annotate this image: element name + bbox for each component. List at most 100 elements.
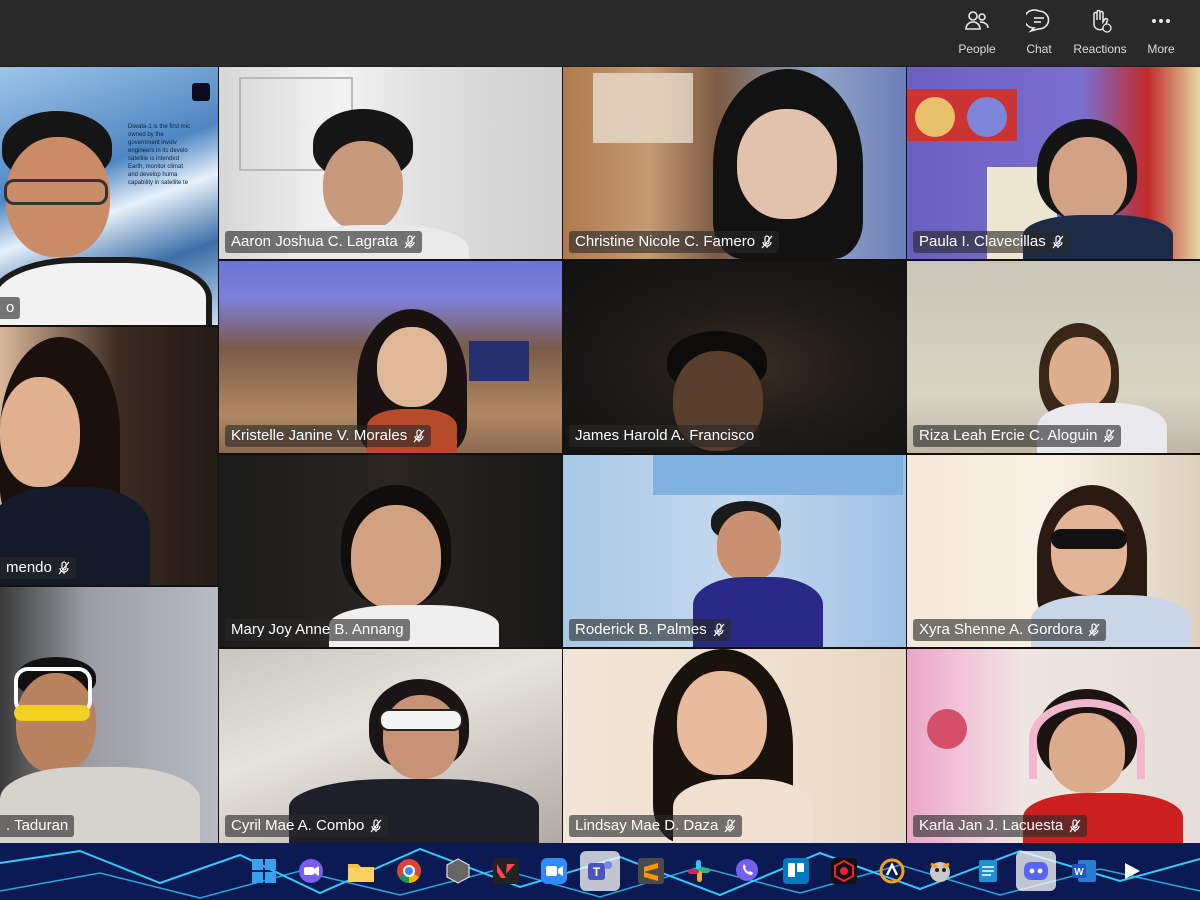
mic-muted-icon — [1069, 819, 1081, 833]
taskbar-app[interactable] — [731, 855, 763, 887]
word-icon: W — [1072, 860, 1096, 882]
taskbar-app[interactable] — [442, 855, 474, 887]
participant-video — [643, 649, 843, 843]
video-tile[interactable]: Aaron Joshua C. Lagrata — [219, 67, 562, 259]
taskbar-app[interactable] — [828, 855, 860, 887]
taskbar-app[interactable] — [1116, 855, 1148, 887]
more-button[interactable]: More — [1140, 6, 1182, 62]
participant-name: Christine Nicole C. Famero — [569, 231, 780, 253]
taskbar-app[interactable]: W — [1068, 855, 1100, 887]
video-tile[interactable]: Xyra Shenne A. Gordora — [907, 455, 1200, 647]
mic-muted-icon — [713, 623, 725, 637]
participant-name: Mary Joy Anne B. Annang — [225, 619, 410, 641]
participant-name: Karla Jan J. Lacuesta — [913, 815, 1088, 837]
video-tile[interactable]: Kristelle Janine V. Morales — [219, 261, 562, 453]
taskbar-app[interactable] — [393, 855, 425, 887]
participant-name: Cyril Mae A. Combo — [225, 815, 389, 837]
video-tile[interactable]: Christine Nicole C. Famero — [563, 67, 906, 259]
participant-name: Lindsay Mae D. Daza — [569, 815, 743, 837]
mic-muted-icon — [1052, 235, 1064, 249]
viber-icon — [736, 859, 758, 881]
windows-start-icon — [252, 859, 276, 883]
game-launcher-icon — [831, 858, 857, 884]
video-tile[interactable]: Paula I. Clavecillas — [907, 67, 1200, 259]
participant-name: Riza Leah Ercie C. Aloguin — [913, 425, 1122, 447]
mic-muted-icon — [413, 429, 425, 443]
taskbar-app[interactable] — [780, 855, 812, 887]
more-dots-icon — [1152, 19, 1170, 23]
participant-name: . Taduran — [0, 815, 75, 837]
video-grid: Diwata-1 is the first mic owned by the gov… — [0, 67, 1200, 843]
chat-icon — [1026, 9, 1050, 33]
taskbar-app[interactable] — [345, 855, 377, 887]
video-tile[interactable]: James Harold A. Francisco — [563, 261, 906, 453]
people-label: People — [958, 42, 996, 56]
participant-name: mendo — [0, 557, 76, 579]
logo-icon — [192, 83, 210, 101]
more-label: More — [1147, 42, 1175, 56]
trello-icon — [783, 858, 809, 884]
video-tile[interactable]: . Taduran — [0, 587, 218, 843]
participant-name: Aaron Joshua C. Lagrata — [225, 231, 422, 253]
meeting-toolbar: People Chat Reactions More — [0, 0, 1200, 66]
chat-label: Chat — [1026, 42, 1052, 56]
start-button[interactable] — [248, 855, 280, 887]
mic-muted-icon — [761, 235, 773, 249]
taskbar-app[interactable] — [635, 855, 667, 887]
mic-muted-icon — [724, 819, 736, 833]
video-tile[interactable]: Cyril Mae A. Combo — [219, 649, 562, 843]
video-tile[interactable]: Mary Joy Anne B. Annang — [219, 455, 562, 647]
zoom-icon — [541, 858, 567, 884]
participant-name: James Harold A. Francisco — [569, 425, 761, 447]
video-tile[interactable]: Karla Jan J. Lacuesta — [907, 649, 1200, 843]
chat-button[interactable]: Chat — [1018, 6, 1060, 62]
reactions-label: Reactions — [1073, 42, 1127, 56]
participant-name: Paula I. Clavecillas — [913, 231, 1070, 253]
video-tile[interactable]: Riza Leah Ercie C. Aloguin — [907, 261, 1200, 453]
participant-name: Roderick B. Palmes — [569, 619, 731, 641]
svg-text:W: W — [1074, 867, 1084, 878]
discord-icon — [1024, 862, 1048, 880]
mic-muted-icon — [404, 235, 416, 249]
valorant-icon — [493, 858, 519, 884]
video-tile[interactable]: Lindsay Mae D. Daza — [563, 649, 906, 843]
video-tile[interactable]: Roderick B. Palmes — [563, 455, 906, 647]
taskbar-app[interactable] — [295, 855, 327, 887]
mic-muted-icon — [1103, 429, 1115, 443]
taskbar-app[interactable] — [924, 855, 956, 887]
play-arrow-icon — [1125, 863, 1140, 879]
taskbar: T W — [0, 843, 1200, 900]
chrome-icon — [397, 859, 421, 883]
video-app-icon — [299, 859, 323, 883]
participant-video — [0, 337, 150, 585]
mic-muted-icon — [370, 819, 382, 833]
raise-hand-icon — [1093, 9, 1112, 33]
participant-video — [0, 107, 212, 325]
taskbar-app[interactable] — [538, 855, 570, 887]
sublime-text-icon — [638, 858, 664, 884]
file-explorer-icon — [348, 864, 374, 882]
participant-name: o — [0, 297, 21, 319]
slack-icon — [688, 860, 710, 882]
taskbar-app-active[interactable] — [1016, 851, 1056, 891]
mascot-app-icon — [930, 862, 950, 882]
svg-text:T: T — [593, 865, 601, 879]
reactions-button[interactable]: Reactions — [1072, 6, 1128, 62]
participant-name: Xyra Shenne A. Gordora — [913, 619, 1107, 641]
people-icon — [965, 11, 989, 30]
taskbar-app-active[interactable]: T — [580, 851, 620, 891]
video-tile[interactable]: mendo — [0, 327, 218, 585]
taskbar-app[interactable] — [972, 855, 1004, 887]
overwatch-icon — [879, 858, 905, 884]
mic-muted-icon — [58, 561, 70, 575]
video-tile[interactable]: Diwata-1 is the first mic owned by the gov… — [0, 67, 218, 325]
notepad-icon — [979, 860, 997, 882]
participant-name: Kristelle Janine V. Morales — [225, 425, 432, 447]
taskbar-app[interactable] — [490, 855, 522, 887]
taskbar-app[interactable] — [683, 855, 715, 887]
teams-icon: T — [588, 861, 612, 880]
cube-app-icon — [446, 858, 470, 884]
people-button[interactable]: People — [953, 6, 1001, 62]
taskbar-app[interactable] — [876, 855, 908, 887]
mic-muted-icon — [1088, 623, 1100, 637]
